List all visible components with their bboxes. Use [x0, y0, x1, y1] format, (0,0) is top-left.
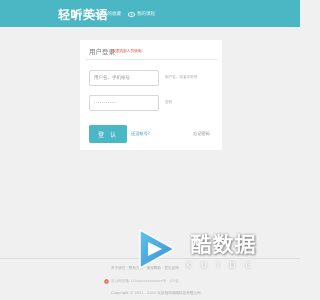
phone-icon	[71, 10, 76, 18]
login-button[interactable]: 登 认	[89, 125, 127, 143]
nav-item-home[interactable]: 首页	[71, 9, 87, 19]
copyright: Copyright © 2011 - 2015 北京轻听网络科技有限公司	[111, 291, 201, 295]
watermark-en: KUIDC	[186, 261, 261, 270]
nav-label: 首页	[78, 12, 87, 17]
police-badge-icon	[104, 279, 109, 284]
password-input[interactable]	[89, 95, 159, 111]
eye-icon	[94, 11, 101, 17]
register-link[interactable]: 还没帐号?	[131, 131, 150, 137]
login-hint: (仅限内部人员使用)	[111, 49, 143, 53]
watermark-text: 酷数据 KUIDC	[186, 229, 261, 270]
top-navbar: 轻听英语 首页 我的收藏 我的课程	[0, 0, 300, 27]
watermark-cn: 酷数据	[190, 232, 257, 257]
eye-icon	[128, 11, 135, 17]
forgot-password-link[interactable]: 忘记密码	[193, 131, 210, 137]
username-note: 用户名、或者手机号	[165, 75, 198, 79]
nav-label: 我的收藏	[103, 12, 121, 17]
password-note: 密码	[165, 100, 173, 104]
nav-label: 我的课程	[137, 12, 155, 17]
watermark: 酷数据 KUIDC	[134, 226, 294, 280]
username-input[interactable]	[89, 70, 159, 86]
divider	[85, 59, 217, 60]
nav-item-favorites[interactable]: 我的收藏	[94, 9, 121, 19]
nav-item-courses[interactable]: 我的课程	[128, 9, 155, 19]
play-logo-icon	[139, 229, 175, 269]
